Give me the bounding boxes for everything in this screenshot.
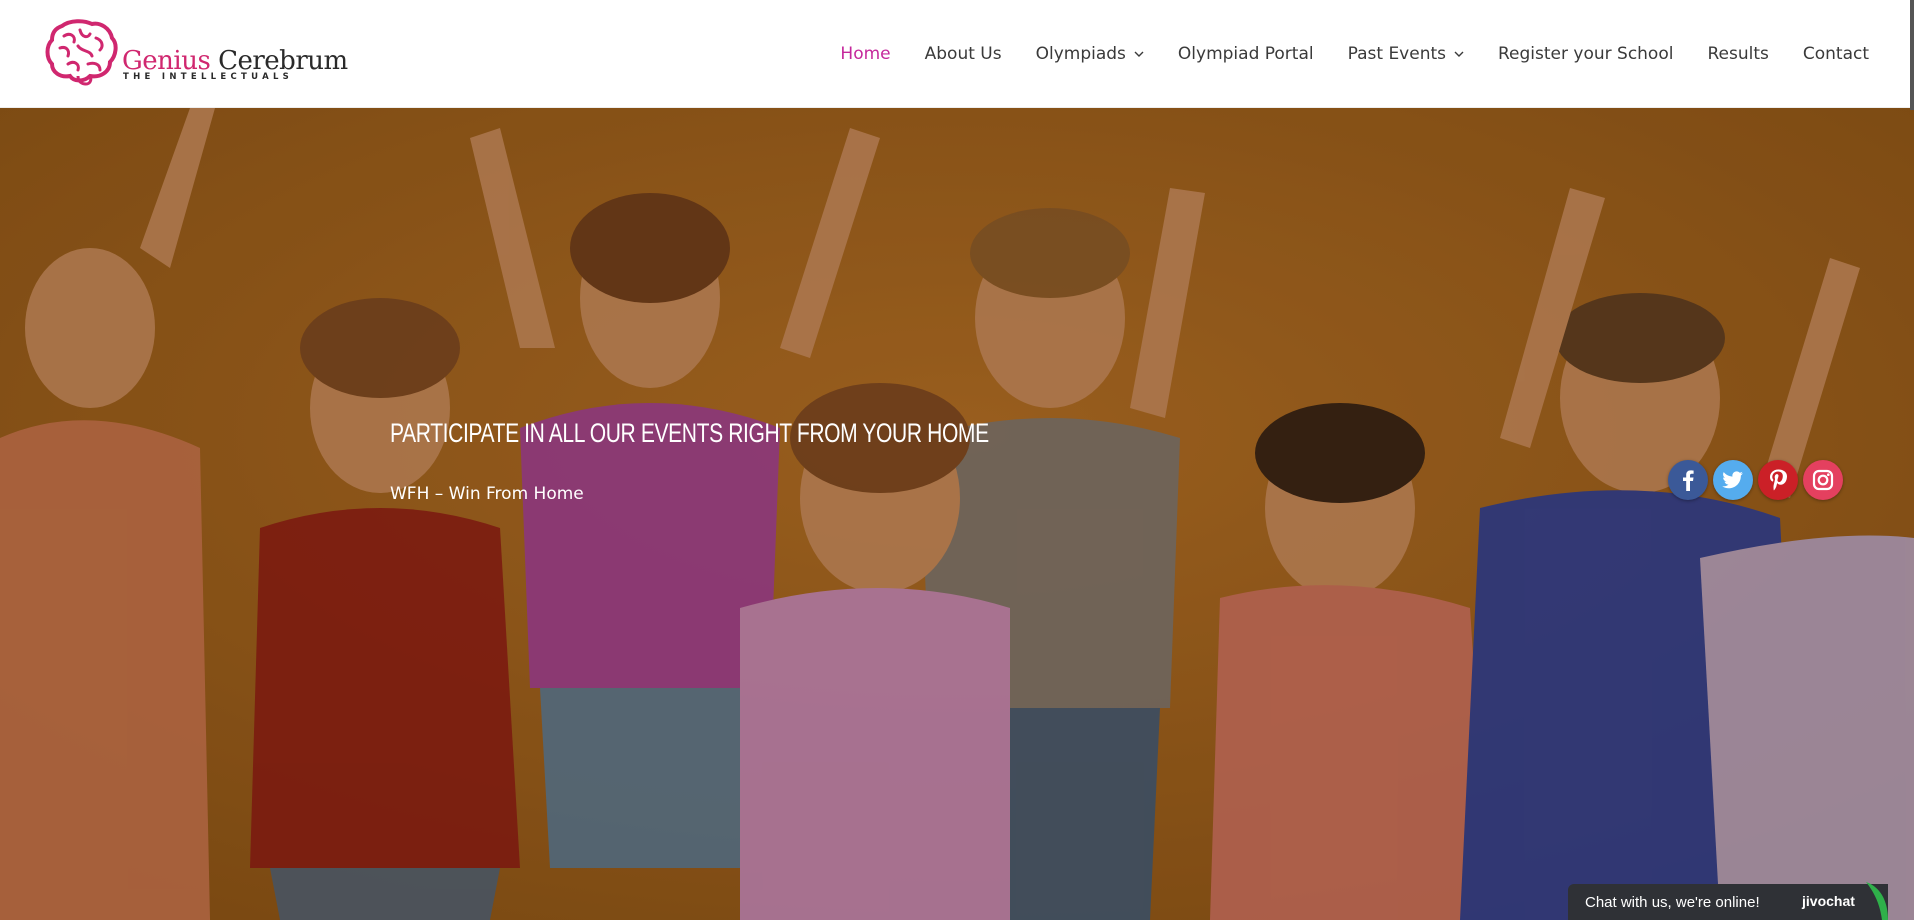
nav-past-events-label: Past Events [1347,44,1446,64]
nav-contact[interactable]: Contact [1803,44,1869,64]
facebook-button[interactable] [1668,460,1708,500]
nav-olympiads[interactable]: Olympiads [1036,44,1144,64]
brain-logo-icon [45,19,118,86]
social-links [1668,460,1843,500]
nav-olympiad-portal[interactable]: Olympiad Portal [1178,44,1314,64]
hero-subtitle: WFH – Win From Home [390,484,584,504]
chat-leaf-icon [1866,882,1888,920]
nav-register-school-label: Register your School [1498,44,1674,64]
site-logo[interactable]: Genius Cerebrum THE INTELLECTUALS [44,18,348,86]
site-header: Genius Cerebrum THE INTELLECTUALS Home A… [0,0,1914,108]
twitter-button[interactable] [1713,460,1753,500]
nav-past-events[interactable]: Past Events [1348,44,1464,64]
nav-contact-label: Contact [1802,44,1869,64]
chat-brand-label: jivochat [1802,893,1855,909]
pinterest-icon [1770,469,1787,491]
hero-banner: PARTICIPATE IN ALL OUR EVENTS RIGHT FROM… [0,108,1914,920]
chat-widget[interactable]: Chat with us, we're online! jivochat [1568,882,1888,920]
nav-home-label: Home [840,44,891,64]
main-nav: Home About Us Olympiads Olympiad Portal … [806,44,1869,64]
chevron-down-icon [1454,51,1464,57]
nav-about-us-label: About Us [924,44,1002,64]
instagram-icon [1812,469,1834,491]
nav-results[interactable]: Results [1707,44,1768,64]
facebook-icon [1683,470,1694,491]
chat-status-text: Chat with us, we're online! [1585,894,1760,911]
logo-tagline: THE INTELLECTUALS [123,72,294,82]
page-scrollbar[interactable] [1910,0,1914,110]
pinterest-button[interactable] [1758,460,1798,500]
nav-olympiad-portal-label: Olympiad Portal [1177,44,1314,64]
nav-results-label: Results [1707,44,1769,64]
hero-title: PARTICIPATE IN ALL OUR EVENTS RIGHT FROM… [390,418,989,448]
nav-olympiads-label: Olympiads [1035,44,1126,64]
instagram-button[interactable] [1803,460,1843,500]
nav-register-school[interactable]: Register your School [1498,44,1673,64]
chevron-down-icon [1134,51,1144,57]
hero-overlay [0,108,1914,920]
nav-home[interactable]: Home [840,44,890,64]
page: Genius Cerebrum THE INTELLECTUALS Home A… [0,0,1914,920]
nav-about-us[interactable]: About Us [925,44,1002,64]
twitter-icon [1722,471,1743,489]
